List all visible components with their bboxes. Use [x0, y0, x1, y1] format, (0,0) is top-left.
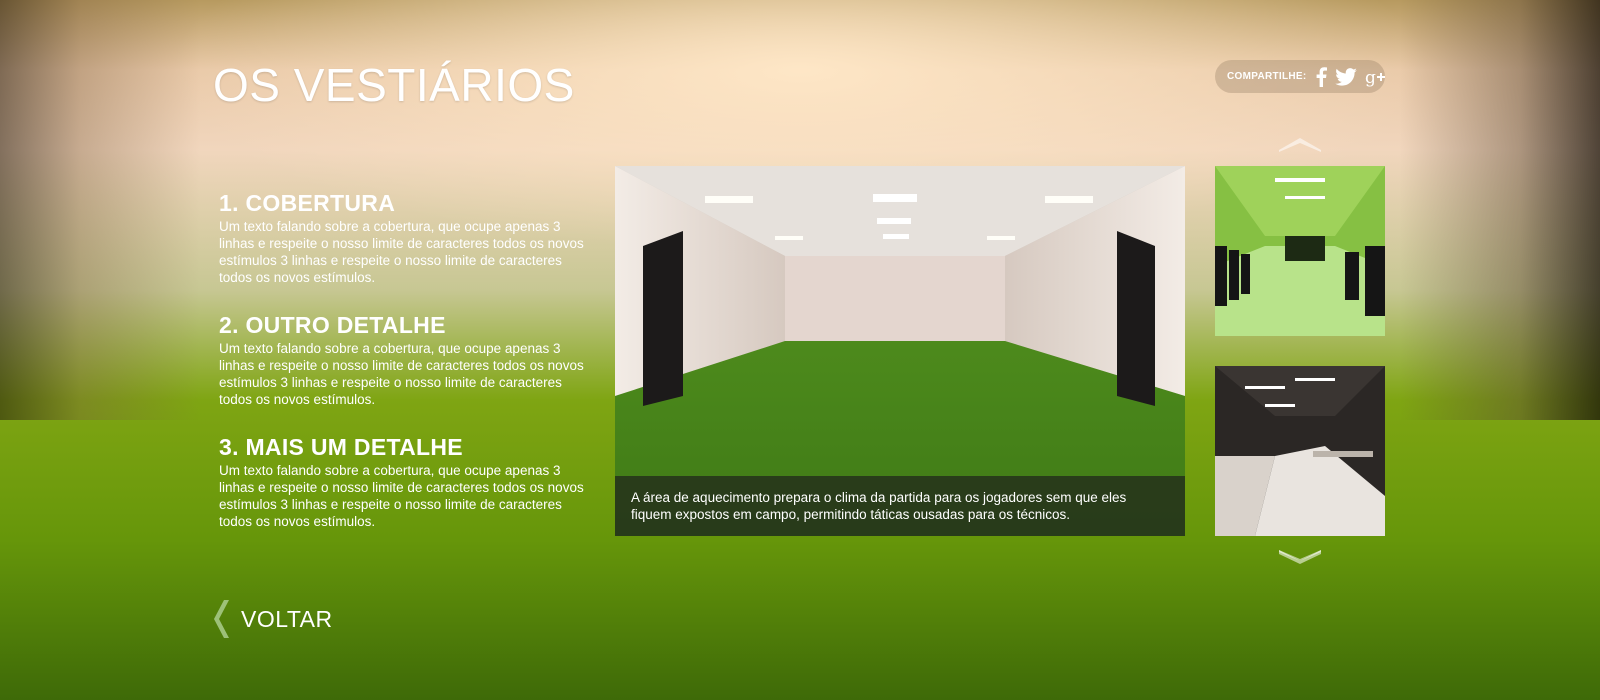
share-bar: COMPARTILHE: g — [1215, 60, 1385, 93]
detail-title: 2. OUTRO DETALHE — [219, 312, 446, 338]
detail-text: Um texto falando sobre a cobertura, que … — [219, 463, 584, 529]
background-shadow-right — [1400, 0, 1600, 420]
thumbnail-scroll-down-button[interactable] — [1279, 550, 1321, 566]
main-photo: A área de aquecimento prepara o clima da… — [615, 166, 1185, 536]
detail-text: Um texto falando sobre a cobertura, que … — [219, 219, 584, 285]
detail-item: 2. OUTRO DETALHE Um texto falando sobre … — [219, 312, 584, 408]
thumbnail-1[interactable] — [1215, 166, 1385, 336]
google-plus-icon[interactable]: g — [1365, 66, 1387, 88]
back-label: VOLTAR — [241, 605, 333, 632]
details-list: 1. COBERTURA Um texto falando sobre a co… — [219, 190, 584, 556]
chevron-left-icon — [214, 600, 229, 638]
thumbnail-2[interactable] — [1215, 366, 1385, 536]
facebook-icon[interactable] — [1315, 66, 1327, 88]
detail-title: 3. MAIS UM DETALHE — [219, 434, 463, 460]
detail-item: 1. COBERTURA Um texto falando sobre a co… — [219, 190, 584, 286]
background-shadow-left — [0, 0, 200, 420]
twitter-icon[interactable] — [1334, 66, 1357, 88]
share-label: COMPARTILHE: — [1227, 71, 1307, 82]
detail-text: Um texto falando sobre a cobertura, que … — [219, 341, 584, 407]
detail-title: 1. COBERTURA — [219, 190, 396, 216]
page-title: OS VESTIÁRIOS — [213, 59, 575, 111]
back-button[interactable]: VOLTAR — [213, 600, 333, 638]
thumbnail-scroll-up-button[interactable] — [1279, 136, 1321, 152]
svg-text:g: g — [1365, 68, 1376, 87]
detail-item: 3. MAIS UM DETALHE Um texto falando sobr… — [219, 434, 584, 530]
photo-caption: A área de aquecimento prepara o clima da… — [615, 476, 1185, 536]
